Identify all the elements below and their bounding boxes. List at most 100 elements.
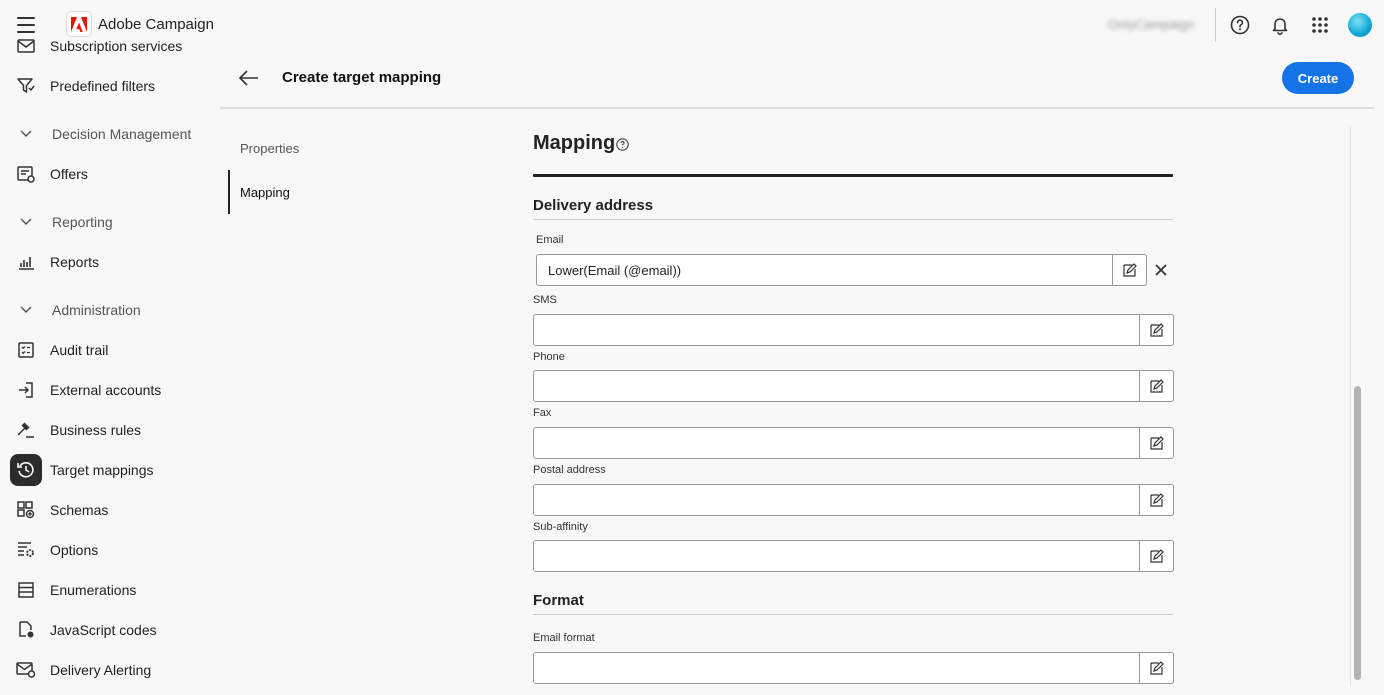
list-icon (10, 574, 42, 606)
edit-expression-icon[interactable] (1140, 540, 1174, 572)
sidebar-item-business-rules[interactable]: Business rules (10, 414, 200, 446)
email-label: Email (536, 234, 564, 246)
edit-expression-icon[interactable] (1140, 484, 1174, 516)
gavel-icon (10, 414, 42, 446)
postal-address-label: Postal address (533, 464, 606, 476)
bar-chart-icon (10, 246, 42, 278)
phone-label: Phone (533, 351, 565, 363)
sidebar-item-predefined-filters[interactable]: Predefined filters (10, 70, 200, 102)
email-format-label: Email format (533, 632, 595, 644)
fax-input[interactable] (533, 427, 1140, 459)
edit-expression-icon[interactable] (1140, 427, 1174, 459)
menu-icon[interactable] (17, 15, 35, 35)
page-title: Create target mapping (282, 69, 442, 86)
sidebar-item-label: External accounts (50, 382, 162, 398)
sidebar-group-reporting[interactable]: Reporting (10, 207, 200, 237)
phone-expression-field (533, 370, 1174, 402)
content-scroll-border (1350, 126, 1351, 686)
sidebar-group-decision-management[interactable]: Decision Management (10, 119, 200, 149)
sidebar-item-subscription-services[interactable]: Subscription services (10, 36, 200, 62)
sidebar-item-offers[interactable]: Offers (10, 158, 200, 190)
sidebar-item-label: Predefined filters (50, 78, 156, 94)
edit-expression-icon[interactable] (1113, 254, 1147, 286)
help-icon[interactable] (1229, 14, 1251, 36)
top-bar: Adobe Campaign OnlyCampaign (0, 0, 1384, 50)
sidebar-group-label: Decision Management (52, 126, 192, 142)
step-mapping[interactable]: Mapping (228, 170, 428, 214)
sidebar-item-label: Business rules (50, 422, 142, 438)
email-expression-field (536, 254, 1147, 286)
edit-expression-icon[interactable] (1140, 370, 1174, 402)
sidebar-item-javascript-codes[interactable]: JavaScript codes (10, 614, 200, 646)
sms-label: SMS (533, 294, 557, 306)
sidebar-item-label: Target mappings (50, 462, 154, 478)
filter-icon (10, 70, 42, 102)
apps-grid-icon[interactable] (1309, 14, 1331, 36)
options-icon (10, 534, 42, 566)
sidebar-item-label: Audit trail (50, 342, 109, 358)
sidebar-item-enumerations[interactable]: Enumerations (10, 574, 200, 606)
sidebar-item-delivery-alerting[interactable]: Delivery Alerting (10, 654, 200, 686)
email-format-input[interactable] (533, 652, 1140, 684)
alert-mail-icon (10, 654, 42, 686)
adobe-logo (66, 11, 92, 37)
sms-input[interactable] (533, 314, 1140, 346)
subsection-divider (533, 219, 1173, 220)
sidebar-item-label: Offers (50, 166, 88, 182)
sidebar-item-label: Delivery Alerting (50, 662, 152, 678)
delivery-address-heading: Delivery address (533, 197, 654, 214)
sidebar-item-label: Options (50, 542, 99, 558)
sidebar-item-label: Enumerations (50, 582, 137, 598)
format-heading: Format (533, 592, 584, 609)
sidebar-item-audit-trail[interactable]: Audit trail (10, 334, 200, 366)
sidebar-item-label: Schemas (50, 502, 109, 518)
header-divider (220, 107, 1374, 109)
schemas-icon (10, 494, 42, 526)
user-avatar[interactable] (1348, 13, 1372, 37)
sidebar-item-target-mappings[interactable]: Target mappings (10, 454, 200, 486)
chevron-down-icon (10, 305, 42, 315)
sub-affinity-label: Sub-affinity (533, 521, 588, 533)
chevron-down-icon (10, 217, 42, 227)
sidebar: Subscription services Predefined filters… (0, 36, 205, 695)
step-properties[interactable]: Properties (228, 126, 428, 170)
login-icon (10, 374, 42, 406)
clear-icon[interactable] (1152, 261, 1170, 279)
subsection-divider (533, 614, 1173, 615)
section-divider (533, 174, 1173, 177)
back-arrow-icon[interactable] (238, 68, 260, 88)
fax-expression-field (533, 427, 1174, 459)
sub-affinity-input[interactable] (533, 540, 1140, 572)
sidebar-group-label: Reporting (52, 214, 113, 230)
target-mapping-icon (10, 454, 42, 486)
sidebar-item-reports[interactable]: Reports (10, 246, 200, 278)
sub-affinity-expression-field (533, 540, 1174, 572)
envelope-icon (10, 36, 42, 62)
scrollbar-thumb[interactable] (1354, 386, 1361, 680)
sidebar-item-label: Subscription services (50, 38, 183, 54)
section-title: Mapping (533, 132, 616, 154)
postal-address-input[interactable] (533, 484, 1140, 516)
sidebar-item-label: JavaScript codes (50, 622, 157, 638)
org-switcher[interactable]: OnlyCampaign (1108, 17, 1194, 32)
app-name: Adobe Campaign (98, 16, 214, 33)
sidebar-group-administration[interactable]: Administration (10, 295, 200, 325)
edit-expression-icon[interactable] (1140, 652, 1174, 684)
code-icon (10, 614, 42, 646)
bell-icon[interactable] (1269, 14, 1291, 36)
sidebar-item-external-accounts[interactable]: External accounts (10, 374, 200, 406)
sidebar-item-schemas[interactable]: Schemas (10, 494, 200, 526)
help-circle-icon[interactable] (616, 138, 629, 151)
postal-address-expression-field (533, 484, 1174, 516)
sidebar-group-label: Administration (52, 302, 141, 318)
create-button[interactable]: Create (1282, 62, 1354, 94)
sidebar-item-label: Reports (50, 254, 100, 270)
email-format-expression-field (533, 652, 1174, 684)
phone-input[interactable] (533, 370, 1140, 402)
edit-expression-icon[interactable] (1140, 314, 1174, 346)
offers-icon (10, 158, 42, 190)
email-input[interactable] (536, 254, 1113, 286)
top-divider (1215, 8, 1216, 42)
audit-icon (10, 334, 42, 366)
sidebar-item-options[interactable]: Options (10, 534, 200, 566)
